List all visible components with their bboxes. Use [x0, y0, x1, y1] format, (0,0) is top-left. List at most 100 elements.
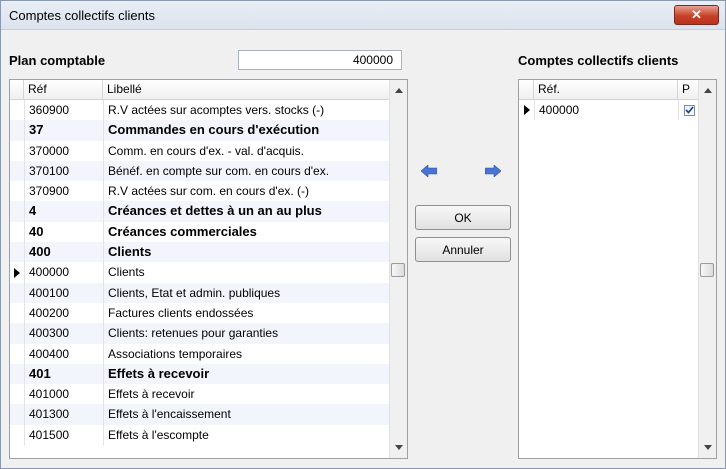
close-button[interactable]: ✕ [674, 5, 719, 25]
row-libelle: Factures clients endossées [108, 305, 254, 320]
right-row-p-cell [679, 100, 699, 120]
row-ref: 40 [25, 221, 104, 243]
p-checkbox[interactable] [683, 104, 695, 116]
comptes-collectifs-grid[interactable]: Réf. P 400000 [518, 79, 717, 459]
table-row[interactable]: 400200 Factures clients endossées [10, 302, 390, 324]
current-row-indicator [10, 262, 25, 283]
left-vertical-scrollbar[interactable] [389, 80, 407, 458]
row-ref: 37 [25, 120, 104, 141]
indicator-header [10, 80, 24, 99]
row-indicator [10, 302, 25, 324]
row-ref: 400200 [25, 302, 104, 324]
row-indicator [10, 404, 25, 425]
row-ref: 360900 [25, 100, 104, 121]
table-row[interactable]: 40 Créances commerciales [10, 221, 390, 243]
table-row[interactable]: 401 Effets à recevoir [10, 363, 390, 385]
row-libelle: Comm. en cours d'ex. - val. d'acquis. [108, 143, 304, 158]
row-ref: 370100 [25, 160, 104, 182]
right-column-header-ref[interactable]: Réf. [534, 80, 678, 99]
row-libelle: Clients [108, 265, 145, 280]
row-ref: 400100 [25, 282, 104, 303]
ok-button[interactable]: OK [415, 205, 511, 230]
table-row[interactable]: 370000 Comm. en cours d'ex. - val. d'acqu… [10, 140, 390, 161]
table-row[interactable]: 401300 Effets à l'encaissement [10, 404, 390, 425]
scroll-up-icon[interactable] [390, 82, 407, 99]
scroll-thumb[interactable] [700, 263, 714, 277]
row-ref: 400 [25, 242, 104, 263]
row-indicator [10, 120, 25, 141]
scroll-thumb[interactable] [391, 263, 405, 277]
right-vertical-scrollbar[interactable] [698, 80, 716, 458]
right-grid-header: Réf. P [519, 80, 699, 100]
arrow-left-icon [421, 165, 437, 177]
row-indicator [10, 160, 25, 182]
row-indicator [10, 181, 25, 202]
window-title: Comptes collectifs clients [9, 8, 155, 23]
row-indicator [10, 323, 25, 344]
cancel-button[interactable]: Annuler [415, 237, 511, 262]
table-row[interactable]: 400100 Clients, Etat et admin. publiques [10, 282, 390, 303]
right-column-header-p[interactable]: P [678, 80, 699, 99]
dialog-window: Comptes collectifs clients ✕ Plan compta… [0, 0, 726, 469]
row-libelle: Clients, Etat et admin. publiques [108, 285, 281, 300]
plan-comptable-grid[interactable]: Réf Libellé 360900 R.V actées sur acompte… [9, 79, 408, 459]
row-libelle: Associations temporaires [108, 346, 243, 361]
table-row[interactable]: 400000 [519, 100, 699, 121]
table-row[interactable]: 401000 Effets à recevoir [10, 384, 390, 405]
column-header-libelle[interactable]: Libellé [103, 80, 390, 99]
row-ref: 4 [25, 201, 104, 222]
comptes-collectifs-label: Comptes collectifs clients [518, 53, 679, 68]
row-ref: 401500 [25, 424, 104, 446]
row-libelle: Clients: retenues pour garanties [108, 326, 279, 341]
row-indicator [10, 343, 25, 364]
row-libelle: R.V actées sur acomptes vers. stocks (-) [108, 103, 325, 117]
grid-header: Réf Libellé [10, 80, 390, 100]
table-row[interactable]: 400400 Associations temporaires [10, 343, 390, 364]
table-row[interactable]: 37 Commandes en cours d'exécution [10, 120, 390, 141]
table-row[interactable]: 401500 Effets à l'escompte [10, 424, 390, 446]
table-row[interactable]: 370100 Bénéf. en compte sur com. en cours… [10, 160, 390, 182]
row-indicator [10, 384, 25, 405]
row-indicator [10, 201, 25, 222]
row-indicator [10, 242, 25, 263]
table-row[interactable]: 400000 Clients [10, 262, 390, 283]
account-search-input[interactable] [239, 51, 401, 69]
row-indicator [10, 282, 25, 303]
row-ref: 400400 [25, 343, 104, 364]
checkmark-icon [684, 106, 694, 114]
row-libelle: Bénéf. en compte sur com. en cours d'ex. [108, 163, 330, 178]
table-row[interactable]: 370900 R.V actées sur com. en cours d'ex.… [10, 181, 390, 202]
account-search-field[interactable] [238, 50, 402, 70]
scroll-down-icon[interactable] [390, 439, 407, 456]
arrow-right-icon [485, 165, 501, 177]
row-ref: 401000 [25, 384, 104, 405]
row-ref: 400300 [25, 323, 104, 344]
close-icon: ✕ [691, 7, 702, 22]
move-left-button[interactable] [416, 160, 442, 182]
row-libelle: Créances commerciales [108, 223, 257, 239]
scroll-up-icon[interactable] [699, 82, 716, 99]
row-libelle: Effets à recevoir [108, 365, 210, 381]
grid-rows: 360900 R.V actées sur acomptes vers. stoc… [10, 100, 390, 446]
column-header-ref[interactable]: Réf [24, 80, 103, 99]
row-ref: 401300 [25, 404, 104, 425]
row-libelle: Effets à l'encaissement [108, 407, 231, 422]
row-libelle: Effets à recevoir [108, 387, 195, 402]
plan-comptable-label: Plan comptable [9, 53, 106, 68]
table-row[interactable]: 400 Clients [10, 242, 390, 263]
right-grid-rows: 400000 [519, 100, 699, 121]
right-indicator-header [519, 80, 534, 99]
table-row[interactable]: 4 Créances et dettes à un an au plus [10, 201, 390, 222]
table-row[interactable]: 360900 R.V actées sur acomptes vers. stoc… [10, 100, 390, 121]
row-libelle: Effets à l'escompte [108, 427, 209, 442]
row-indicator [10, 100, 25, 121]
row-ref: 370000 [25, 140, 104, 161]
move-right-button[interactable] [480, 160, 506, 182]
scroll-down-icon[interactable] [699, 439, 716, 456]
table-row[interactable]: 400300 Clients: retenues pour garanties [10, 323, 390, 344]
right-row-ref: 400000 [535, 100, 679, 121]
row-ref: 401 [25, 363, 104, 385]
row-libelle: Clients [108, 244, 152, 260]
title-bar[interactable]: Comptes collectifs clients ✕ [1, 1, 725, 30]
current-row-indicator [519, 100, 535, 121]
